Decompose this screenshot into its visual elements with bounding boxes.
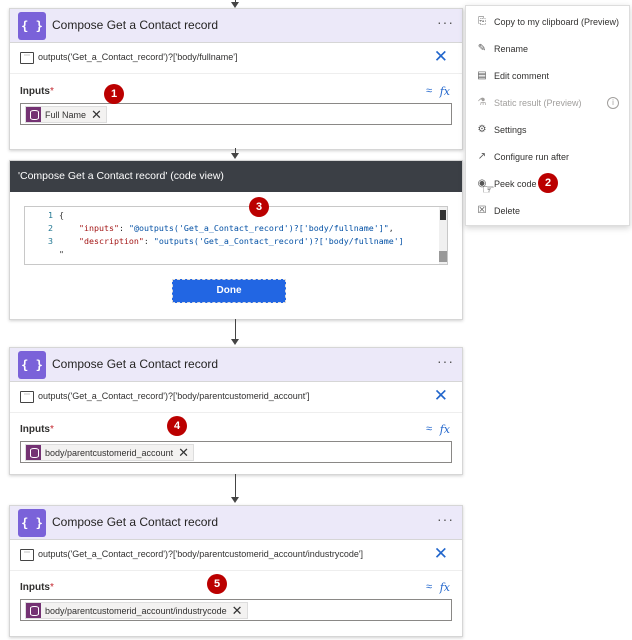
step-badge-3: 3 xyxy=(249,197,269,217)
dynamic-token[interactable]: body/parentcustomerid_account/industryco… xyxy=(25,602,248,619)
step-badge-5: 5 xyxy=(207,574,227,594)
inputs-field[interactable]: body/parentcustomerid_account ✕ xyxy=(20,441,452,463)
connector-line xyxy=(235,319,236,341)
menu-item-label: Edit comment xyxy=(494,71,550,81)
step-badge-2: 2 xyxy=(538,173,558,193)
comment-row: ⋯ outputs('Get_a_Contact_record')?['body… xyxy=(10,540,462,571)
pencil-icon: ✎ xyxy=(477,43,487,54)
remove-token-icon[interactable]: ✕ xyxy=(232,603,243,619)
menu-item-delete[interactable]: ☒ Delete xyxy=(466,199,629,223)
line-number-gutter: 1 2 3 xyxy=(25,207,57,264)
connector-arrow xyxy=(231,497,239,503)
dataverse-icon xyxy=(26,445,41,460)
expression-icon[interactable]: fx xyxy=(440,581,450,594)
code-line: "inputs": "@outputs('Get_a_Contact_recor… xyxy=(78,223,394,233)
menu-item-label: Peek code xyxy=(494,179,537,189)
code-line: "description": "outputs('Get_a_Contact_r… xyxy=(78,236,404,246)
done-button[interactable]: Done xyxy=(172,279,286,303)
menu-item-settings[interactable]: ⚙ Settings xyxy=(466,118,629,142)
menu-item-label: Delete xyxy=(494,206,521,216)
trash-icon: ☒ xyxy=(477,205,487,216)
flask-icon: ⚗ xyxy=(477,97,487,108)
code-view-title: 'Compose Get a Contact record' (code vie… xyxy=(10,161,462,192)
menu-item-label: Rename xyxy=(494,44,529,54)
card-title[interactable]: Compose Get a Contact record xyxy=(52,515,218,529)
token-label: Full Name xyxy=(45,109,87,120)
inputs-label: Inputs* xyxy=(20,424,54,435)
hand-pointer-cursor-icon: ☞ xyxy=(482,181,495,197)
comment-text[interactable]: outputs('Get_a_Contact_record')?['body/p… xyxy=(38,391,310,401)
step-badge-1: 1 xyxy=(104,84,124,104)
remove-token-icon[interactable]: ✕ xyxy=(91,107,102,123)
compose-action-card-3[interactable]: { } Compose Get a Contact record ··· ⋯ o… xyxy=(9,505,463,637)
dynamic-token[interactable]: body/parentcustomerid_account ✕ xyxy=(25,444,194,461)
menu-item-static-result: ⚗ Static result (Preview) i xyxy=(466,91,629,115)
comment-row: ⋯ outputs('Get_a_Contact_record')?['body… xyxy=(10,43,462,74)
connector-line xyxy=(235,474,236,498)
inputs-field[interactable]: body/parentcustomerid_account/industryco… xyxy=(20,599,452,621)
code-editor[interactable]: 1 2 3 { "inputs": "@outputs('Get_a_Conta… xyxy=(24,206,448,265)
inputs-label: Inputs* xyxy=(20,582,54,593)
token-label: body/parentcustomerid_account xyxy=(45,447,174,458)
comment-text[interactable]: outputs('Get_a_Contact_record')?['body/p… xyxy=(38,549,363,559)
dynamic-token[interactable]: Full Name ✕ xyxy=(25,106,107,123)
compose-action-icon: { } xyxy=(18,509,46,537)
menu-item-label: Settings xyxy=(494,125,527,135)
close-comment-icon[interactable]: ✕ xyxy=(434,48,448,66)
menu-item-edit-comment[interactable]: ▤ Edit comment xyxy=(466,64,629,88)
gear-icon: ⚙ xyxy=(477,124,487,135)
expression-icon[interactable]: fx xyxy=(440,423,450,436)
menu-item-label: Configure run after xyxy=(494,152,570,162)
comment-icon: ⋯ xyxy=(20,549,34,561)
comment-icon: ⋯ xyxy=(20,52,34,64)
menu-item-copy-to-clipboard[interactable]: ⎘ Copy to my clipboard (Preview) xyxy=(466,10,629,34)
menu-item-label: Copy to my clipboard (Preview) xyxy=(494,17,620,27)
close-comment-icon[interactable]: ✕ xyxy=(434,387,448,405)
inputs-field[interactable]: Full Name ✕ xyxy=(20,103,452,125)
line-number: 2 xyxy=(48,223,53,233)
line-number: 3 xyxy=(48,236,53,246)
more-options-button[interactable]: ··· xyxy=(437,14,454,30)
compose-action-card-2[interactable]: { } Compose Get a Contact record ··· ⋯ o… xyxy=(9,347,463,475)
copy-icon: ⎘ xyxy=(478,16,486,27)
token-label: body/parentcustomerid_account/industryco… xyxy=(45,605,227,616)
menu-item-label: Static result (Preview) xyxy=(494,98,582,108)
dataverse-icon xyxy=(26,107,41,122)
code-line: { xyxy=(59,210,64,220)
comment-icon: ▤ xyxy=(477,70,487,81)
dynamic-content-icon[interactable]: ≈ xyxy=(426,581,432,593)
card-title[interactable]: Compose Get a Contact record xyxy=(52,18,218,32)
dynamic-content-icon[interactable]: ≈ xyxy=(426,423,432,435)
comment-text[interactable]: outputs('Get_a_Contact_record')?['body/f… xyxy=(38,52,238,62)
menu-item-configure-run-after[interactable]: ↗ Configure run after xyxy=(466,145,629,169)
more-options-button[interactable]: ··· xyxy=(437,511,454,527)
expression-icon[interactable]: fx xyxy=(440,85,450,98)
close-comment-icon[interactable]: ✕ xyxy=(434,545,448,563)
info-icon[interactable]: i xyxy=(607,97,619,109)
line-number: 1 xyxy=(48,210,53,220)
connector-arrow xyxy=(231,153,239,159)
compose-action-card-1[interactable]: { } Compose Get a Contact record ··· ⋯ o… xyxy=(9,8,463,150)
editor-scrollbar-thumb[interactable] xyxy=(439,251,447,262)
dataverse-icon xyxy=(26,603,41,618)
dynamic-content-icon[interactable]: ≈ xyxy=(426,85,432,97)
more-options-button[interactable]: ··· xyxy=(437,353,454,369)
comment-icon: ⋯ xyxy=(20,391,34,403)
code-overflow-mark: " xyxy=(59,249,64,259)
connector-arrow xyxy=(231,339,239,345)
compose-action-icon: { } xyxy=(18,351,46,379)
card-title[interactable]: Compose Get a Contact record xyxy=(52,357,218,371)
remove-token-icon[interactable]: ✕ xyxy=(178,445,189,461)
card-header[interactable]: { } Compose Get a Contact record ··· xyxy=(10,506,462,540)
compose-action-icon: { } xyxy=(18,12,46,40)
menu-item-rename[interactable]: ✎ Rename xyxy=(466,37,629,61)
inputs-label: Inputs* xyxy=(20,86,54,97)
card-header[interactable]: { } Compose Get a Contact record ··· xyxy=(10,9,462,43)
step-badge-4: 4 xyxy=(167,416,187,436)
run-after-icon: ↗ xyxy=(477,151,487,162)
code-view-panel: 'Compose Get a Contact record' (code vie… xyxy=(9,160,463,320)
card-header[interactable]: { } Compose Get a Contact record ··· xyxy=(10,348,462,382)
comment-row: ⋯ outputs('Get_a_Contact_record')?['body… xyxy=(10,382,462,413)
